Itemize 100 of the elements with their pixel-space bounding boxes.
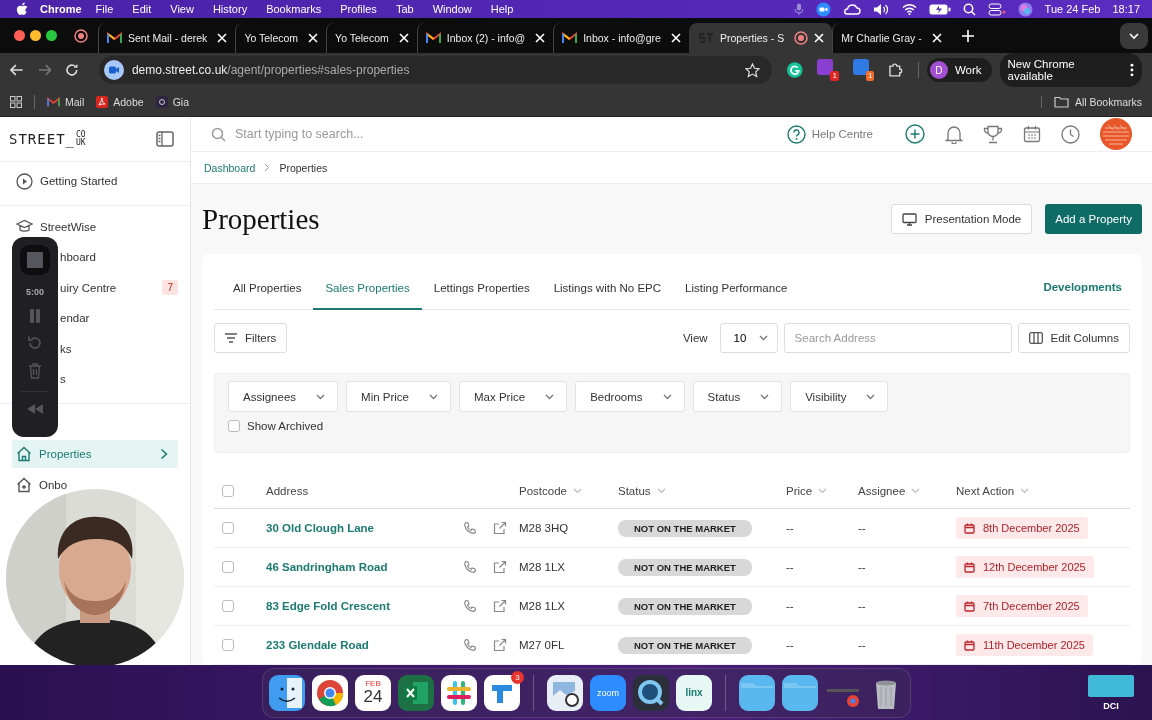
grammar-extension-icon[interactable] — [785, 61, 804, 79]
search-field[interactable]: Start typing to search... — [211, 126, 457, 143]
finder-icon[interactable] — [269, 674, 305, 711]
sidebar-item[interactable]: ks — [60, 333, 178, 364]
close-icon[interactable] — [308, 33, 319, 43]
close-icon[interactable] — [670, 33, 681, 43]
filter-dropdown[interactable]: Assignees — [228, 381, 339, 412]
filters-button[interactable]: Filters — [214, 322, 288, 353]
column-header[interactable]: Price — [786, 485, 858, 497]
phone-icon[interactable] — [463, 599, 477, 613]
desktop-item-label[interactable]: DCI — [1103, 700, 1119, 711]
external-link-icon[interactable] — [493, 599, 507, 613]
phone-icon[interactable] — [463, 638, 477, 652]
more-icon[interactable] — [1130, 63, 1134, 77]
row-checkbox[interactable] — [222, 522, 234, 534]
sidebar-item[interactable]: StreetWise — [14, 211, 178, 242]
phone-icon[interactable] — [463, 521, 477, 535]
next-action-badge[interactable]: 11th December 2025 — [956, 634, 1093, 656]
page-size-select[interactable]: 10 — [719, 322, 778, 353]
calendar-app-icon[interactable]: FEB 24 — [355, 674, 391, 711]
column-header[interactable]: Assignee — [858, 485, 956, 497]
tab[interactable]: All Properties — [222, 282, 314, 310]
edit-columns-button[interactable]: Edit Columns — [1017, 322, 1130, 353]
puzzle-icon[interactable] — [888, 62, 904, 78]
menu-item[interactable]: File — [95, 3, 114, 15]
row-checkbox[interactable] — [222, 561, 234, 573]
tab[interactable]: Sales Properties — [313, 282, 422, 310]
linx-app-icon[interactable]: linx — [676, 674, 712, 711]
sidebar-item[interactable]: s — [60, 364, 178, 395]
browser-tab[interactable]: Properties - S — [688, 23, 833, 53]
filter-dropdown[interactable]: Bedrooms — [575, 381, 685, 412]
reload-icon[interactable] — [65, 63, 79, 77]
update-button[interactable]: New Chrome available — [999, 53, 1142, 87]
video-camera-icon[interactable] — [103, 60, 124, 80]
restart-icon[interactable] — [27, 335, 43, 351]
stop-button[interactable] — [20, 245, 50, 275]
quicktime-icon[interactable] — [633, 674, 669, 711]
microphone-icon[interactable] — [793, 3, 804, 15]
tab[interactable]: Listings with No EPC — [541, 282, 674, 310]
next-action-badge[interactable]: 12th December 2025 — [956, 556, 1094, 578]
wifi-icon[interactable] — [901, 3, 917, 15]
sidebar-item[interactable]: Properties — [12, 439, 178, 468]
menu-app-name[interactable]: Chrome — [40, 3, 82, 15]
filter-dropdown[interactable]: Visibility — [790, 381, 889, 412]
sidebar-item[interactable]: uiry Centre 7 — [60, 272, 178, 303]
column-header[interactable]: Status — [618, 485, 786, 497]
menu-bar-date[interactable]: Tue 24 Feb — [1044, 3, 1101, 15]
address-link[interactable]: 30 Old Clough Lane — [266, 522, 463, 534]
menu-item[interactable]: Edit — [132, 3, 152, 15]
phone-icon[interactable] — [463, 560, 477, 574]
address-bar[interactable]: demo.street.co.uk/agent/properties#sales-properties — [98, 56, 772, 84]
address-search-field[interactable]: Search Address — [783, 322, 1012, 353]
menu-item[interactable]: Window — [432, 3, 472, 15]
all-bookmarks-button[interactable]: All Bookmarks — [1040, 95, 1142, 108]
record-icon[interactable] — [74, 28, 88, 43]
address-link[interactable]: 233 Glendale Road — [266, 639, 463, 651]
back-icon[interactable] — [10, 64, 24, 76]
external-link-icon[interactable] — [493, 521, 507, 535]
maximize-window-button[interactable] — [46, 30, 57, 41]
extension-icon[interactable] — [852, 59, 869, 75]
next-action-badge[interactable]: 8th December 2025 — [956, 517, 1088, 539]
close-icon[interactable] — [398, 33, 409, 43]
extension-icon[interactable] — [817, 59, 834, 75]
battery-icon[interactable] — [928, 3, 951, 15]
forward-icon[interactable] — [37, 64, 52, 76]
breadcrumb-link[interactable]: Dashboard — [204, 161, 256, 174]
bookmark-link[interactable]: Gia — [155, 95, 189, 108]
cloud-icon[interactable] — [842, 2, 861, 16]
external-link-icon[interactable] — [493, 560, 507, 574]
menu-bar-time[interactable]: 18:17 — [1112, 3, 1140, 15]
control-centre-icon[interactable] — [987, 2, 1006, 16]
user-avatar[interactable] — [1100, 118, 1132, 151]
sidebar-item[interactable]: hboard — [60, 242, 178, 273]
column-header[interactable]: Postcode — [519, 485, 618, 497]
sidebar-item[interactable]: Getting Started — [14, 166, 178, 197]
new-tab-icon[interactable] — [961, 29, 974, 42]
menu-item[interactable]: History — [212, 3, 248, 15]
chrome-icon[interactable] — [312, 674, 348, 711]
folder-icon[interactable] — [1088, 674, 1134, 697]
checkbox[interactable] — [228, 420, 240, 432]
apple-icon[interactable] — [16, 2, 28, 16]
column-header[interactable]: Next Action — [956, 485, 1130, 497]
column-header[interactable]: Address — [266, 485, 463, 497]
menu-item[interactable]: Bookmarks — [266, 3, 322, 15]
bookmark-star-icon[interactable] — [744, 62, 760, 78]
close-icon[interactable] — [217, 33, 228, 43]
menu-item[interactable]: View — [170, 3, 194, 15]
slack-icon[interactable] — [441, 674, 477, 711]
sidebar-item[interactable]: Onbo — [14, 469, 70, 500]
close-icon[interactable] — [535, 33, 546, 43]
next-action-badge[interactable]: 7th December 2025 — [956, 595, 1088, 617]
tab-list-button[interactable] — [1120, 22, 1148, 49]
row-checkbox[interactable] — [222, 600, 234, 612]
preview-icon[interactable] — [547, 674, 583, 711]
filter-dropdown[interactable]: Min Price — [346, 381, 451, 412]
zoom-status-icon[interactable] — [815, 1, 831, 17]
minimize-window-button[interactable] — [30, 30, 41, 41]
calendar-icon[interactable] — [1023, 125, 1041, 144]
bookmark-link[interactable]: Adobe — [96, 95, 144, 108]
folder-icon[interactable] — [782, 674, 818, 711]
